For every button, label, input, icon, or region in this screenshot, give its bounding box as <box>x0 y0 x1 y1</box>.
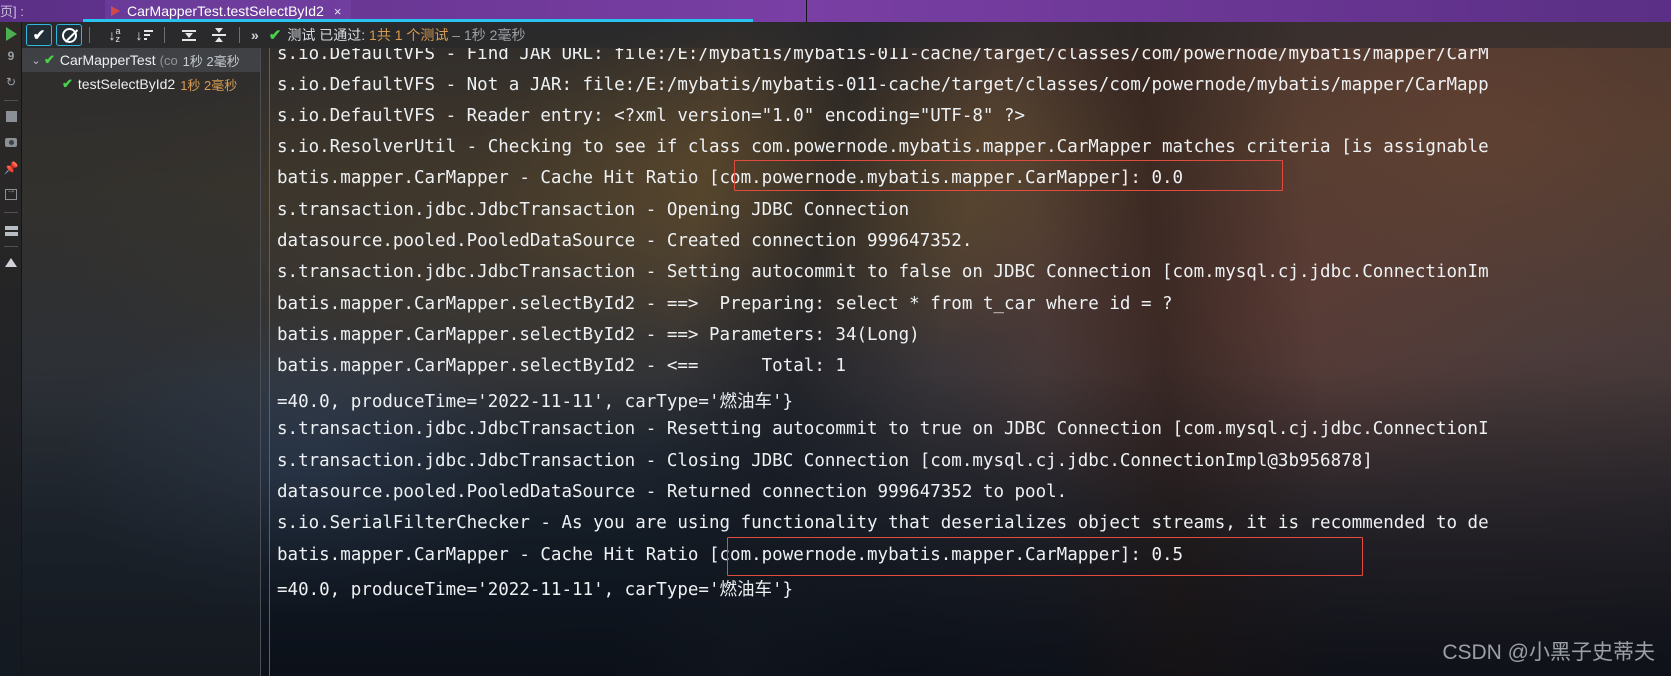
run-icon[interactable] <box>3 26 19 42</box>
console-line: batis.mapper.CarMapper.selectById2 - ==>… <box>277 325 920 345</box>
console-line: s.io.ResolverUtil - Checking to see if c… <box>277 137 1489 157</box>
console-line: batis.mapper.CarMapper.selectById2 - <==… <box>277 356 846 376</box>
sort-arrow-glyph: ↓ <box>108 27 115 43</box>
passed-icon: ✔ <box>44 52 55 67</box>
collapse-all-button[interactable] <box>206 24 232 46</box>
bar-1 <box>143 30 153 32</box>
sort-alpha-icon: ↓ a z <box>108 27 120 44</box>
status-count: 1 <box>369 27 377 43</box>
gutter-divider-2 <box>4 212 18 213</box>
stop-icon[interactable] <box>3 108 19 124</box>
status-prefix: 测试 已通过: <box>287 27 370 43</box>
show-ignored-button[interactable] <box>56 24 82 46</box>
console-line: datasource.pooled.PooledDataSource - Ret… <box>277 482 1068 502</box>
bar-2 <box>143 34 150 36</box>
test-console-output[interactable]: s.io.DefaultVFS - Find JAR URL: file:/E:… <box>261 48 1671 676</box>
tree-node-label: CarMapperTest <box>59 52 156 68</box>
test-runner-toolbar: ✔ ↓ a z ↓ » ✔ 测试 已通过: 1共 1 个测试 – 1秒 2毫秒 <box>22 22 1671 48</box>
status-middle: 共 1 个测试 <box>376 27 449 43</box>
sort-alphabetically-button[interactable]: ↓ a z <box>101 24 127 46</box>
status-dash: – <box>448 27 464 43</box>
bar-3 <box>143 38 147 40</box>
console-line: s.transaction.jdbc.JdbcTransaction - Set… <box>277 262 1489 282</box>
console-line: batis.mapper.CarMapper - Cache Hit Ratio… <box>277 168 1184 188</box>
console-line: s.io.SerialFilterChecker - As you are us… <box>277 513 1489 533</box>
console-line: datasource.pooled.PooledDataSource - Cre… <box>277 231 973 251</box>
console-line: =40.0, produceTime='2022-11-11', carType… <box>277 392 794 412</box>
editor-tab-strip: 页] : CarMapperTest.testSelectById2 × <box>0 0 1671 22</box>
rerun-tests-icon[interactable]: ↻ <box>3 74 19 90</box>
console-line: s.io.DefaultVFS - Reader entry: <?xml ve… <box>277 106 1026 126</box>
console-line: s.transaction.jdbc.JdbcTransaction - Clo… <box>277 451 1373 471</box>
toolbar-divider-3 <box>239 27 240 43</box>
test-status-text: 测试 已通过: 1共 1 个测试 – 1秒 2毫秒 <box>287 25 525 45</box>
show-passed-button[interactable]: ✔ <box>26 24 52 46</box>
status-duration: 1秒 2毫秒 <box>464 27 526 43</box>
camera-icon[interactable] <box>3 134 19 150</box>
export-icon[interactable] <box>3 185 19 202</box>
gutter-divider-1 <box>4 100 18 101</box>
scroll-up-icon[interactable] <box>3 254 19 270</box>
expand-all-button[interactable] <box>176 24 202 46</box>
tree-node-carmappertest[interactable]: ⌄ ✔ CarMapperTest (co 1秒 2毫秒 <box>22 48 260 72</box>
sort-alpha-bottom: z <box>115 34 120 44</box>
csdn-watermark: CSDN @小黑子史蒂夫 <box>1442 641 1655 664</box>
run-config-icon <box>111 6 120 16</box>
console-line: batis.mapper.CarMapper.selectById2 - ==>… <box>277 294 1173 314</box>
close-icon[interactable]: × <box>334 4 342 19</box>
toolbar-divider-2 <box>164 27 165 43</box>
gutter-number-label: 9 <box>7 49 15 63</box>
tabstrip-divider <box>806 0 807 22</box>
console-line: s.transaction.jdbc.JdbcTransaction - Res… <box>277 419 1489 439</box>
tool-window-gutter: 9 ↻ 📌 <box>0 22 22 676</box>
gutter-divider-3 <box>4 246 18 247</box>
tree-node-duration: 1秒 2毫秒 <box>180 77 238 93</box>
passed-icon: ✔ <box>62 76 73 91</box>
overflow-icon[interactable]: » <box>251 27 259 43</box>
chevron-down-icon[interactable]: ⌄ <box>28 54 44 67</box>
tree-node-testselectbyid2[interactable]: ✔ testSelectById2 1秒 2毫秒 <box>22 72 260 96</box>
console-line: batis.mapper.CarMapper - Cache Hit Ratio… <box>277 545 1184 565</box>
toolbar-divider-1 <box>89 27 90 43</box>
status-check-icon: ✔ <box>268 27 282 44</box>
tree-node-label: testSelectById2 <box>77 76 176 92</box>
console-line: s.io.DefaultVFS - Find JAR URL: file:/E:… <box>277 48 1489 64</box>
console-line: =40.0, produceTime='2022-11-11', carType… <box>277 580 794 600</box>
expand-all-icon <box>182 29 196 41</box>
sort-by-duration-button[interactable]: ↓ <box>131 24 157 46</box>
tab-title: CarMapperTest.testSelectById2 <box>127 3 324 19</box>
console-line: s.transaction.jdbc.JdbcTransaction - Ope… <box>277 200 910 220</box>
test-result-tree: ⌄ ✔ CarMapperTest (co 1秒 2毫秒 ✔ testSelec… <box>22 48 261 676</box>
tabstrip-left-fragment: 页] : <box>0 4 24 19</box>
blocked-icon <box>61 27 77 43</box>
console-left-rule <box>269 48 270 676</box>
layout-icon[interactable] <box>3 220 19 236</box>
check-icon: ✔ <box>32 27 46 44</box>
tree-node-package: (co <box>159 52 178 68</box>
tree-node-duration: 1秒 2毫秒 <box>182 53 240 69</box>
sort-duration-arrow: ↓ <box>135 27 143 43</box>
pin-icon[interactable]: 📌 <box>3 160 19 176</box>
sort-duration-icon: ↓ <box>136 27 153 43</box>
collapse-all-icon <box>212 28 226 42</box>
console-line: s.io.DefaultVFS - Not a JAR: file:/E:/my… <box>277 75 1489 95</box>
